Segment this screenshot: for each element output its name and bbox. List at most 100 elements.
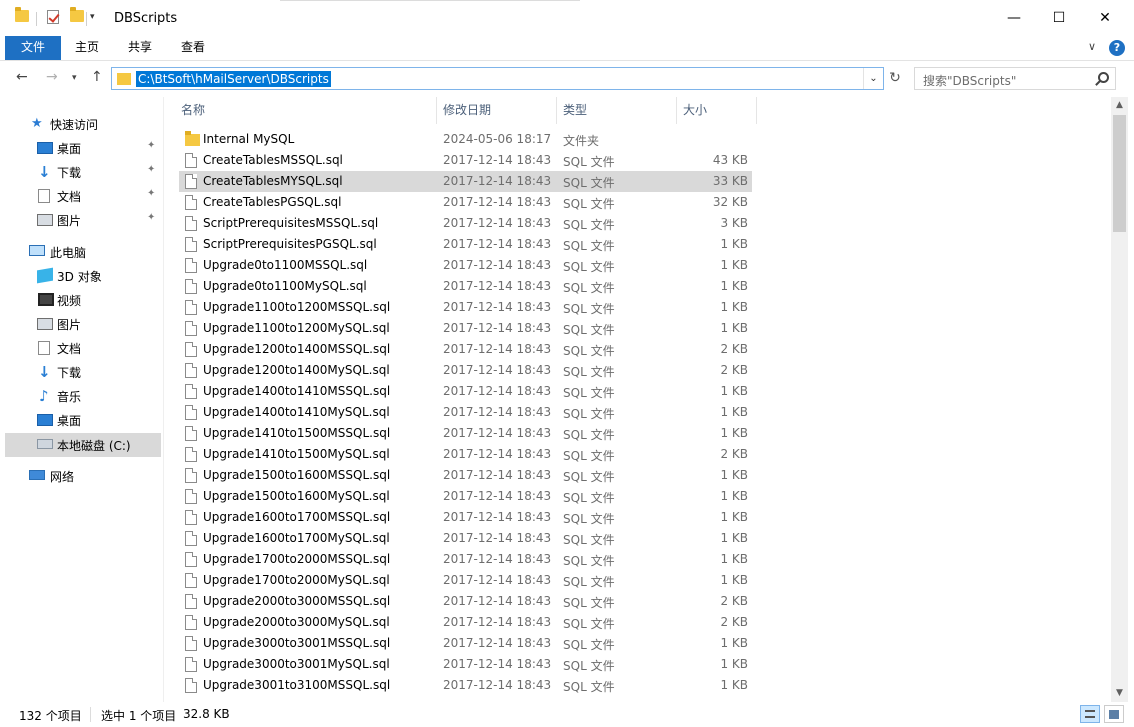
address-path[interactable]: C:\BtSoft\hMailServer\DBScripts — [136, 71, 331, 87]
recent-locations-icon[interactable]: ▾ — [72, 73, 77, 83]
column-header-name[interactable]: 名称 — [181, 97, 205, 124]
drive-icon — [37, 439, 53, 449]
item-count: 132 个项目 — [19, 709, 82, 723]
column-header-size[interactable]: 大小 — [683, 97, 707, 124]
table-row[interactable]: Upgrade1100to1200MSSQL.sql 2017-12-14 18:… — [179, 297, 752, 318]
nav-item-videos[interactable]: 视频 — [0, 289, 161, 311]
nav-network[interactable]: 网络 — [0, 465, 161, 487]
table-row[interactable]: Upgrade0to1100MSSQL.sql 2017-12-14 18:43 S… — [179, 255, 752, 276]
table-row[interactable]: Upgrade1410to1500MSSQL.sql 2017-12-14 18:… — [179, 423, 752, 444]
tab-file[interactable]: 文件 — [5, 36, 61, 60]
pin-icon[interactable]: ✦ — [147, 188, 155, 199]
nav-item-desktop[interactable]: 桌面 ✦ — [0, 137, 161, 159]
table-row[interactable]: Upgrade2000to3000MSSQL.sql 2017-12-14 18:… — [179, 591, 752, 612]
scroll-down-icon[interactable]: ▼ — [1111, 685, 1128, 702]
table-row[interactable]: Upgrade1200to1400MSSQL.sql 2017-12-14 18:… — [179, 339, 752, 360]
search-input[interactable]: 搜索"DBScripts" — [914, 67, 1116, 90]
table-row[interactable]: CreateTablesMYSQL.sql 2017-12-14 18:43 SQL… — [179, 171, 752, 192]
nav-item-desktop-pc[interactable]: 桌面 — [0, 409, 161, 431]
table-row[interactable]: Upgrade1100to1200MySQL.sql 2017-12-14 18:… — [179, 318, 752, 339]
table-row[interactable]: Upgrade1600to1700MSSQL.sql 2017-12-14 18:… — [179, 507, 752, 528]
table-row[interactable]: Upgrade2000to3000MySQL.sql 2017-12-14 18:… — [179, 612, 752, 633]
file-type: SQL 文件 — [563, 281, 615, 295]
table-row[interactable]: CreateTablesPGSQL.sql 2017-12-14 18:43 SQL… — [179, 192, 752, 213]
table-row[interactable]: Upgrade3001to3100MSSQL.sql 2017-12-14 18:… — [179, 675, 752, 696]
table-row[interactable]: Upgrade1400to1410MySQL.sql 2017-12-14 18:… — [179, 402, 752, 423]
column-header-type[interactable]: 类型 — [563, 97, 587, 124]
new-folder-icon[interactable] — [70, 7, 84, 22]
nav-item-downloads-pc[interactable]: ↓ 下载 — [0, 361, 161, 383]
column-divider[interactable] — [436, 97, 437, 124]
file-date: 2017-12-14 18:43 — [443, 300, 552, 314]
file-size: 2 KB — [720, 447, 748, 461]
file-date: 2017-12-14 18:43 — [443, 447, 552, 461]
scroll-up-icon[interactable]: ▲ — [1111, 97, 1128, 114]
file-type: SQL 文件 — [563, 365, 615, 379]
table-row[interactable]: ScriptPrerequisitesPGSQL.sql 2017-12-14 1… — [179, 234, 752, 255]
file-size: 1 KB — [720, 426, 748, 440]
expand-ribbon-icon[interactable]: ∨ — [1088, 40, 1096, 53]
nav-item-local-disk[interactable]: 本地磁盘 (C:) — [5, 433, 161, 457]
address-dropdown-icon[interactable]: ⌄ — [863, 68, 883, 89]
table-row[interactable]: Upgrade1400to1410MSSQL.sql 2017-12-14 18:… — [179, 381, 752, 402]
table-row[interactable]: CreateTablesMSSQL.sql 2017-12-14 18:43 SQL… — [179, 150, 752, 171]
minimize-button[interactable]: — — [991, 0, 1037, 36]
file-name: CreateTablesMYSQL.sql — [203, 174, 343, 188]
tab-home[interactable]: 主页 — [68, 36, 106, 60]
table-row[interactable]: Upgrade1600to1700MySQL.sql 2017-12-14 18:… — [179, 528, 752, 549]
table-row[interactable]: Upgrade1700to2000MySQL.sql 2017-12-14 18:… — [179, 570, 752, 591]
nav-item-documents[interactable]: 文档 ✦ — [0, 185, 161, 207]
table-row[interactable]: Upgrade3000to3001MSSQL.sql 2017-12-14 18:… — [179, 633, 752, 654]
table-row[interactable]: Upgrade3000to3001MySQL.sql 2017-12-14 18:… — [179, 654, 752, 675]
table-row[interactable]: Upgrade1500to1600MSSQL.sql 2017-12-14 18:… — [179, 465, 752, 486]
file-type: SQL 文件 — [563, 617, 615, 631]
table-row[interactable]: Internal MySQL 2024-05-06 18:17 文件夹 — [179, 129, 752, 150]
pin-icon[interactable]: ✦ — [147, 164, 155, 175]
nav-this-pc[interactable]: 此电脑 — [0, 241, 161, 263]
column-divider[interactable] — [676, 97, 677, 124]
maximize-button[interactable]: ☐ — [1036, 0, 1082, 36]
nav-quick-access[interactable]: ★ 快速访问 — [0, 113, 161, 135]
customize-toolbar-icon[interactable]: ▾ — [90, 12, 95, 22]
pin-icon[interactable]: ✦ — [147, 212, 155, 223]
back-icon[interactable]: ← — [16, 69, 28, 85]
vertical-scrollbar[interactable]: ▲ ▼ — [1111, 97, 1128, 702]
selection-count: 选中 1 个项目 — [101, 709, 177, 723]
help-icon[interactable]: ? — [1109, 40, 1125, 56]
file-name: CreateTablesPGSQL.sql — [203, 195, 342, 209]
details-view-button[interactable] — [1080, 705, 1100, 723]
column-divider[interactable] — [756, 97, 757, 124]
address-bar[interactable]: C:\BtSoft\hMailServer\DBScripts ⌄ — [111, 67, 884, 90]
properties-icon[interactable] — [47, 10, 59, 24]
nav-item-downloads[interactable]: ↓ 下载 ✦ — [0, 161, 161, 183]
file-icon — [185, 552, 197, 567]
search-icon[interactable] — [1098, 72, 1109, 83]
table-row[interactable]: Upgrade1200to1400MySQL.sql 2017-12-14 18:… — [179, 360, 752, 381]
pin-icon[interactable]: ✦ — [147, 140, 155, 151]
file-name: Upgrade3000to3001MySQL.sql — [203, 657, 390, 671]
table-row[interactable]: Upgrade0to1100MySQL.sql 2017-12-14 18:43 S… — [179, 276, 752, 297]
tab-share[interactable]: 共享 — [121, 36, 159, 60]
tab-view[interactable]: 查看 — [174, 36, 212, 60]
file-size: 1 KB — [720, 657, 748, 671]
nav-item-3d-objects[interactable]: 3D 对象 — [0, 265, 161, 287]
refresh-icon[interactable]: ↻ — [884, 67, 906, 90]
column-divider[interactable] — [556, 97, 557, 124]
close-button[interactable]: ✕ — [1082, 0, 1128, 36]
forward-icon[interactable]: → — [46, 69, 58, 85]
file-name: Upgrade3001to3100MSSQL.sql — [203, 678, 391, 692]
table-row[interactable]: Upgrade1700to2000MSSQL.sql 2017-12-14 18:… — [179, 549, 752, 570]
table-row[interactable]: ScriptPrerequisitesMSSQL.sql 2017-12-14 1… — [179, 213, 752, 234]
star-icon: ★ — [31, 116, 43, 131]
nav-item-pictures-pc[interactable]: 图片 — [0, 313, 161, 335]
nav-item-documents-pc[interactable]: 文档 — [0, 337, 161, 359]
nav-item-music[interactable]: ♪ 音乐 — [0, 385, 161, 407]
table-row[interactable]: Upgrade1410to1500MySQL.sql 2017-12-14 18:… — [179, 444, 752, 465]
table-row[interactable]: Upgrade1500to1600MySQL.sql 2017-12-14 18:… — [179, 486, 752, 507]
up-icon[interactable]: ↑ — [91, 69, 103, 85]
large-icons-view-button[interactable] — [1104, 705, 1124, 723]
scrollbar-thumb[interactable] — [1113, 115, 1126, 232]
desktop-icon — [37, 414, 53, 426]
nav-item-pictures[interactable]: 图片 ✦ — [0, 209, 161, 231]
column-header-date[interactable]: 修改日期 — [443, 97, 491, 124]
